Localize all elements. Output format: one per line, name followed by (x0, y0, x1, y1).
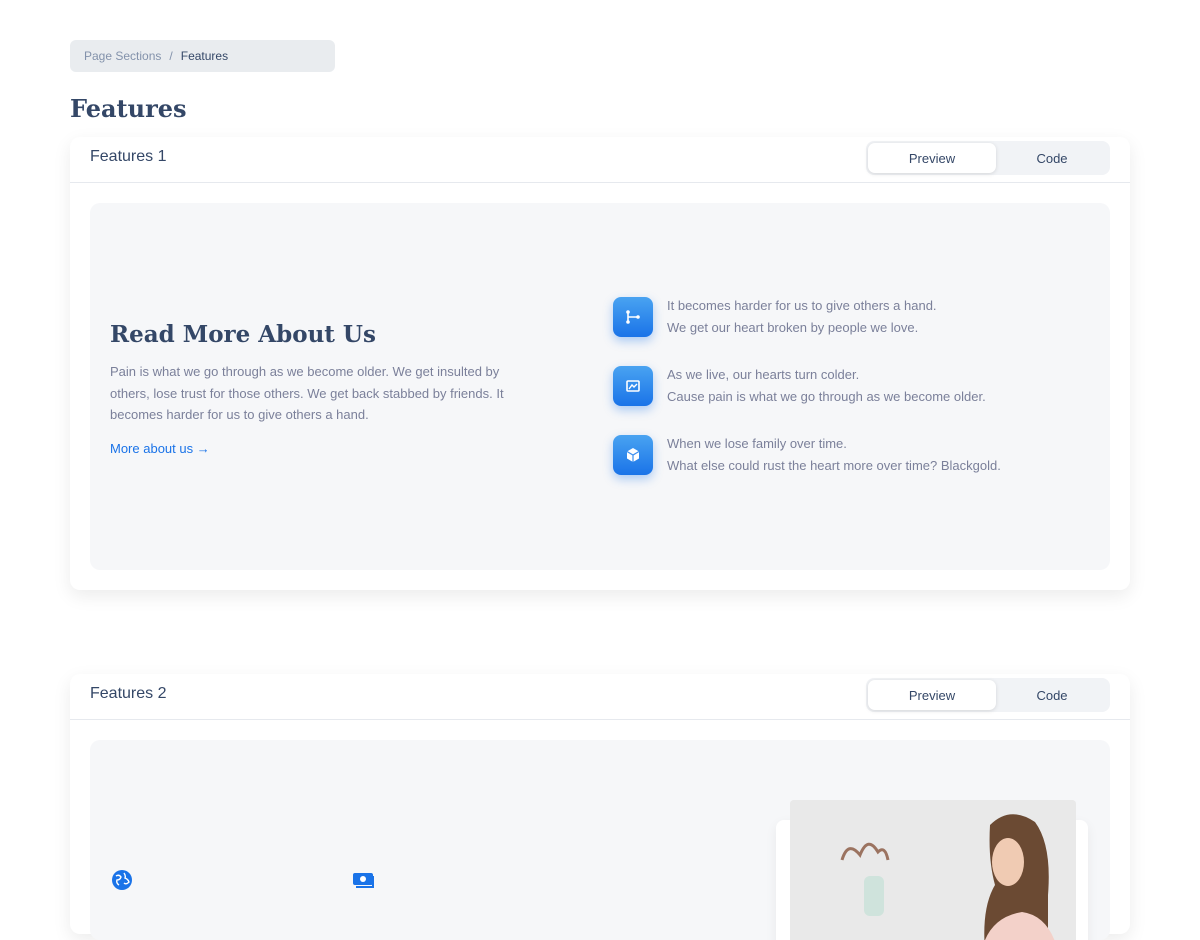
card-header: Features 1 Preview Code (70, 137, 1130, 183)
card-header: Features 2 Preview Code (70, 674, 1130, 720)
breadcrumb-parent[interactable]: Page Sections (84, 49, 161, 63)
features-1-card: Features 1 Preview Code Read More About … (70, 137, 1130, 590)
image-frame-icon (613, 366, 653, 406)
tab-preview[interactable]: Preview (868, 143, 996, 173)
breadcrumb: Page Sections / Features (70, 40, 335, 72)
about-text: Pain is what we go through as we become … (110, 364, 504, 422)
money-icon (350, 868, 376, 897)
feature-line-1: As we live, our hearts turn colder. (667, 367, 860, 382)
breadcrumb-separator: / (169, 49, 173, 63)
preview-panel: Read More About Us Pain is what we go th… (90, 203, 1110, 570)
feature-line-2: Cause pain is what we go through as we b… (667, 388, 986, 404)
more-about-us-link[interactable]: More about us → (110, 441, 210, 456)
breadcrumb-current: Features (180, 49, 229, 63)
globe-icon (110, 868, 134, 897)
features-2-card: Features 2 Preview Code (70, 674, 1130, 940)
view-tabs: Preview Code (866, 141, 1110, 175)
view-tabs: Preview Code (866, 678, 1110, 712)
preview-panel (90, 740, 1110, 940)
cube-icon (613, 435, 653, 475)
feature-item: As we live, our hearts turn colder. Caus… (613, 366, 1053, 410)
feature-line-2: What else could rust the heart more over… (667, 457, 1001, 473)
woman-photo (790, 800, 1076, 940)
card-title: Features 2 (90, 685, 167, 702)
about-title: Read More About Us (110, 321, 376, 348)
tab-code[interactable]: Code (988, 680, 1116, 710)
feature-line-1: It becomes harder for us to give others … (667, 298, 937, 313)
share-nodes-icon (613, 297, 653, 337)
feature-item: When we lose family over time. What else… (613, 435, 1053, 479)
tab-code[interactable]: Code (988, 143, 1116, 173)
feature-line-1: When we lose family over time. (667, 436, 847, 451)
card-title: Features 1 (90, 148, 167, 165)
tab-preview[interactable]: Preview (868, 680, 996, 710)
feature-line-2: We get our heart broken by people we lov… (667, 319, 919, 335)
page-title: Features (70, 94, 187, 123)
feature-item: It becomes harder for us to give others … (613, 297, 1053, 341)
